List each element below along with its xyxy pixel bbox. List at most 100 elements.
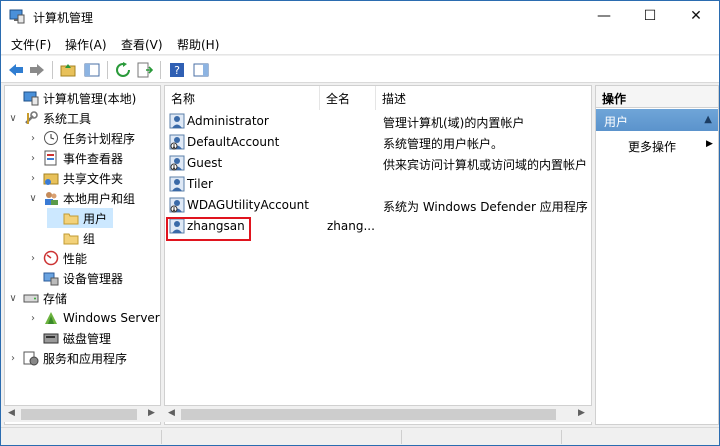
scrollbar-thumb[interactable] xyxy=(181,409,556,420)
collapse-chevron-icon[interactable]: ∨ xyxy=(7,113,19,124)
tree-horizontal-scrollbar[interactable]: ◀ ▶ xyxy=(4,405,161,422)
scroll-left-icon[interactable]: ◀ xyxy=(8,408,15,418)
forward-icon[interactable] xyxy=(27,60,47,80)
user-row[interactable]: Administrator 管理计算机(域)的内置帐户 xyxy=(165,111,591,132)
tree-item-label: 用户 xyxy=(83,211,108,226)
menu-help[interactable]: 帮助(H) xyxy=(177,36,219,53)
user-icon xyxy=(169,155,185,171)
user-name: WDAGUtilityAccount xyxy=(187,198,309,212)
up-folder-icon[interactable] xyxy=(58,60,78,80)
folder-icon xyxy=(63,230,79,246)
disk-icon xyxy=(43,330,59,346)
actions-section-label: 用户 xyxy=(604,115,629,129)
menu-file[interactable]: 文件(F) xyxy=(11,36,51,53)
scroll-right-icon[interactable]: ▶ xyxy=(148,408,155,418)
back-icon[interactable] xyxy=(6,60,26,80)
expand-chevron-icon[interactable]: › xyxy=(27,313,39,324)
show-hide-tree-icon[interactable] xyxy=(82,60,102,80)
tree-item[interactable]: ∨ 本地用户和组 xyxy=(27,188,135,208)
user-icon xyxy=(169,176,185,192)
clock-icon xyxy=(43,130,59,146)
tree-item[interactable]: 用户 xyxy=(47,208,114,228)
tree-item-label: 任务计划程序 xyxy=(63,131,136,146)
tree-item[interactable]: › Windows Server xyxy=(27,308,160,328)
refresh-icon[interactable] xyxy=(113,60,133,80)
collapse-chevron-icon[interactable]: ∨ xyxy=(7,293,19,304)
tree-item-label: 计算机管理(本地) xyxy=(43,91,137,106)
expand-chevron-icon[interactable]: › xyxy=(7,353,19,364)
list-horizontal-scrollbar[interactable]: ◀ ▶ xyxy=(164,405,592,422)
scroll-right-icon[interactable]: ▶ xyxy=(578,408,585,418)
user-row[interactable]: WDAGUtilityAccount 系统为 Windows Defender 应… xyxy=(165,195,591,216)
menu-bar: 文件(F) 操作(A) 查看(V) 帮助(H) xyxy=(1,31,719,55)
column-header-fullname[interactable]: 全名 xyxy=(320,86,376,110)
actions-title: 操作 xyxy=(596,86,718,108)
tree-item[interactable]: 组 xyxy=(47,228,95,248)
menu-view[interactable]: 查看(V) xyxy=(121,36,163,53)
actions-section-users[interactable]: 用户 ▲ xyxy=(596,109,718,131)
expand-chevron-icon[interactable]: › xyxy=(27,253,39,264)
tree-item[interactable]: ∨ 存储 xyxy=(7,288,67,308)
expand-chevron-icon[interactable]: › xyxy=(27,133,39,144)
user-name: Tiler xyxy=(187,177,213,191)
maximize-button[interactable]: ☐ xyxy=(627,1,673,31)
tools-icon xyxy=(23,110,39,126)
column-header-name[interactable]: 名称 xyxy=(165,86,320,110)
tree-item-label: 系统工具 xyxy=(43,111,92,126)
windows-server-icon xyxy=(43,310,59,326)
navigation-tree: 计算机管理(本地) ∨ 系统工具 › 任务计划程序 › 事件查看器 › 共享文件夹 ∨ 本地用户和组… xyxy=(4,85,161,425)
tree-item[interactable]: 磁盘管理 xyxy=(27,328,111,348)
scroll-left-icon[interactable]: ◀ xyxy=(168,408,175,418)
tree-item-label: 磁盘管理 xyxy=(63,331,112,346)
shared-folder-icon xyxy=(43,170,59,186)
tree-item[interactable]: › 共享文件夹 xyxy=(27,168,123,188)
user-description: 系统管理的用户帐户。 xyxy=(383,137,504,151)
collapse-chevron-icon[interactable]: ∨ xyxy=(27,193,39,204)
toolbar: ? xyxy=(1,56,719,83)
tree-item-label: 共享文件夹 xyxy=(63,171,124,186)
tree-item[interactable]: 计算机管理(本地) xyxy=(7,88,136,108)
show-action-pane-icon[interactable] xyxy=(191,60,211,80)
minimize-button[interactable]: — xyxy=(581,1,627,31)
tree-item-label: 本地用户和组 xyxy=(63,191,136,206)
device-manager-icon xyxy=(43,270,59,286)
user-list-pane: 名称 全名 描述 Administrator 管理计算机(域)的内置帐户 Defau… xyxy=(164,85,592,425)
computer-management-window: 计算机管理 — ☐ ✕ 文件(F) 操作(A) 查看(V) 帮助(H) ? 计算… xyxy=(0,0,720,446)
tree-item-label: 存储 xyxy=(43,291,68,306)
user-name: Administrator xyxy=(187,114,269,128)
tree-item[interactable]: › 性能 xyxy=(27,248,87,268)
submenu-arrow-icon: ▶ xyxy=(706,139,713,149)
close-button[interactable]: ✕ xyxy=(673,1,719,31)
user-description: 管理计算机(域)的内置帐户 xyxy=(383,116,525,130)
tree-item-label: 组 xyxy=(83,231,96,246)
user-description: 系统为 Windows Defender 应用程序... xyxy=(383,200,589,214)
computer-management-icon xyxy=(9,8,25,24)
user-row[interactable]: DefaultAccount 系统管理的用户帐户。 xyxy=(165,132,591,153)
export-list-icon[interactable] xyxy=(135,60,155,80)
user-row[interactable]: Guest 供来宾访问计算机或访问域的内置帐户 xyxy=(165,153,591,174)
tree-item[interactable]: › 事件查看器 xyxy=(27,148,123,168)
collapse-icon[interactable]: ▲ xyxy=(704,114,712,125)
user-fullname: zhang... xyxy=(327,219,375,233)
svg-text:?: ? xyxy=(174,64,180,77)
column-header-description[interactable]: 描述 xyxy=(376,86,591,110)
more-actions-link[interactable]: 更多操作 xyxy=(628,138,676,155)
scrollbar-thumb[interactable] xyxy=(21,409,137,420)
user-icon xyxy=(169,134,185,150)
user-description: 供来宾访问计算机或访问域的内置帐户 xyxy=(383,158,588,172)
status-bar xyxy=(1,427,719,445)
user-row[interactable]: Tiler xyxy=(165,174,591,195)
expand-chevron-icon[interactable]: › xyxy=(27,173,39,184)
user-icon xyxy=(169,197,185,213)
tree-item[interactable]: › 服务和应用程序 xyxy=(7,348,127,368)
tree-item[interactable]: ∨ 系统工具 xyxy=(7,108,91,128)
highlight-box xyxy=(166,217,251,241)
menu-action[interactable]: 操作(A) xyxy=(65,36,107,53)
help-icon[interactable]: ? xyxy=(167,60,187,80)
user-name: Guest xyxy=(187,156,223,170)
expand-chevron-icon[interactable]: › xyxy=(27,153,39,164)
event-viewer-icon xyxy=(43,150,59,166)
tree-item[interactable]: 设备管理器 xyxy=(27,268,123,288)
tree-item[interactable]: › 任务计划程序 xyxy=(27,128,135,148)
tree-item-label: 事件查看器 xyxy=(63,151,124,166)
